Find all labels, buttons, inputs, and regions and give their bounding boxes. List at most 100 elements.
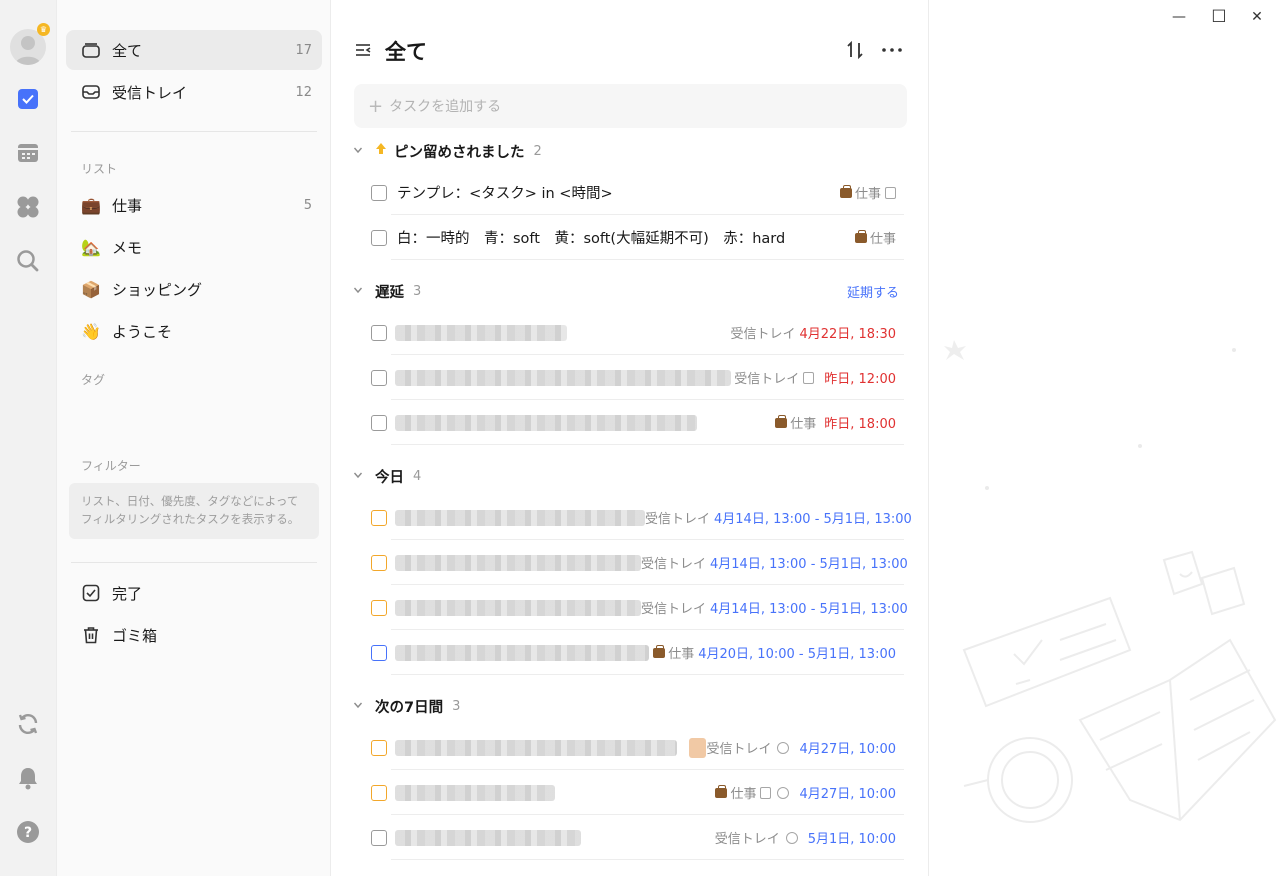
sidebar-item-all[interactable]: 全て 17 [66,30,322,70]
sort-icon[interactable] [844,39,866,61]
task-title[interactable]: テンプレ：<タスク> in <時間> [397,182,613,203]
task-row[interactable]: 受信トレイ 4月14日, 13:00 - 5月1日, 13:00 [371,540,908,585]
task-row[interactable]: 白：一時的 青：soft 黄：soft(大幅延期不可) 赤：hard 仕事 [371,215,904,260]
sidebar-item-completed[interactable]: 完了 [66,573,322,613]
task-title-blurred[interactable] [395,739,677,756]
trash-icon [80,624,102,646]
task-meta: 受信トレイ 4月14日, 13:00 - 5月1日, 13:00 [641,598,916,617]
sidebar-item-inbox[interactable]: 受信トレイ 12 [66,72,322,112]
briefcase-icon [715,784,728,798]
task-title-blurred[interactable] [395,644,649,661]
chevron-down-icon[interactable] [353,143,365,159]
task-list-name: 仕事 [869,232,896,247]
task-row[interactable]: 受信トレイ 昨日, 12:00 [371,355,904,400]
briefcase-icon [653,644,666,658]
task-checkbox[interactable] [371,644,387,661]
add-task-input[interactable]: + タスクを追加する [354,84,907,128]
task-meta: 仕事 [839,183,904,202]
sidebar-item-count: 5 [303,197,312,213]
task-row[interactable]: 仕事 4月20日, 10:00 - 5月1日, 13:00 [371,630,904,675]
task-meta: 受信トレイ 4月22日, 18:30 [730,323,904,342]
task-checkbox[interactable] [371,509,387,526]
chevron-down-icon[interactable] [353,698,365,714]
search-icon[interactable] [14,247,42,275]
app-rail: ♛ ? [0,0,57,876]
sidebar-item-shopping[interactable]: 📦 ショッピング [66,269,322,309]
task-checkbox[interactable] [371,554,387,571]
task-list-name: 仕事 [790,417,817,432]
task-meta: 受信トレイ 4月14日, 13:00 - 5月1日, 13:00 [645,508,920,527]
help-icon[interactable]: ? [14,818,42,846]
task-checkbox[interactable] [371,599,387,616]
task-row[interactable]: 受信トレイ 4月14日, 13:00 - 5月1日, 13:00 [371,585,908,630]
stack-icon [80,39,102,61]
task-list-name: 仕事 [668,647,695,662]
sidebar-item-welcome[interactable]: 👋 ようこそ [66,311,322,351]
sidebar-item-label: ショッピング [112,280,203,299]
task-title[interactable]: 白：一時的 青：soft 黄：soft(大幅延期不可) 赤：hard [397,227,785,248]
sidebar-item-memo[interactable]: 🏡 メモ [66,227,322,267]
task-meta: 受信トレイ 5月1日, 10:00 [715,828,904,847]
add-task-placeholder: タスクを追加する [389,99,502,115]
task-due-date: 昨日, 12:00 [824,372,896,387]
calendar-icon[interactable] [14,139,42,167]
group-title: 次の7日間 [375,699,444,716]
chevron-down-icon[interactable] [353,283,365,299]
matrix-icon[interactable] [14,193,42,221]
task-checkbox[interactable] [371,229,387,246]
task-title-blurred[interactable] [395,599,641,616]
task-title-blurred[interactable] [395,554,641,571]
task-row[interactable]: 仕事 4月27日, 10:00 [371,770,904,815]
group-header-overdue[interactable]: 遅延 3 延期する [353,280,903,302]
sidebar-item-count: 17 [295,42,312,58]
task-row[interactable]: 受信トレイ 4月22日, 18:30 [371,310,904,355]
page-title: 全て [385,40,427,64]
sidebar-item-trash[interactable]: ゴミ箱 [66,615,322,655]
task-row[interactable]: テンプレ：<タスク> in <時間> 仕事 [371,170,904,215]
postpone-button[interactable]: 延期する [847,282,899,301]
task-row[interactable]: 受信トレイ 4月27日, 10:00 [371,725,904,770]
chevron-down-icon[interactable] [353,468,365,484]
alarm-icon [777,786,790,799]
bell-icon[interactable] [14,764,42,792]
task-title-blurred[interactable] [395,414,697,431]
task-title-blurred[interactable] [395,509,645,526]
task-row[interactable]: 仕事 昨日, 18:00 [371,400,904,445]
sync-icon[interactable] [14,710,42,738]
task-checkbox[interactable] [371,324,387,341]
tags-section-title[interactable]: タグ [81,371,105,388]
task-list-name: 受信トレイ [730,327,796,342]
close-button[interactable]: ✕ [1234,4,1280,30]
task-title-blurred[interactable] [395,324,567,341]
task-title-blurred[interactable] [395,784,555,801]
lists-section-title[interactable]: リスト [81,160,117,177]
more-options-icon[interactable] [880,39,904,61]
task-title-blurred[interactable] [395,829,581,846]
divider [71,562,317,563]
group-header-next-7-days[interactable]: 次の7日間 3 [353,695,903,717]
sidebar-item-label: 仕事 [112,196,143,215]
pin-icon [375,142,387,160]
checked-box-icon [80,582,102,604]
task-row[interactable]: 受信トレイ 5月1日, 10:00 [371,815,904,860]
group-header-pinned[interactable]: ピン留めされました 2 [353,140,903,162]
task-list-name: 受信トレイ [641,557,707,572]
task-due-date: 昨日, 18:00 [824,417,896,432]
task-checkbox[interactable] [371,784,387,801]
filters-section-title[interactable]: フィルター [81,457,141,474]
sidebar-item-label: ようこそ [112,322,173,341]
sidebar-item-work[interactable]: 💼 仕事 5 [66,185,322,225]
task-meta: 仕事 [854,228,904,247]
task-title-blurred[interactable] [395,369,731,386]
task-checkbox[interactable] [371,739,387,756]
task-row[interactable]: 受信トレイ 4月14日, 13:00 - 5月1日, 13:00 [371,495,912,540]
task-checkbox-icon[interactable] [14,85,42,113]
task-meta: 仕事 4月20日, 10:00 - 5月1日, 13:00 [653,643,904,662]
group-header-today[interactable]: 今日 4 [353,465,903,487]
sidebar-toggle-icon[interactable] [353,40,373,60]
task-checkbox[interactable] [371,369,387,386]
task-checkbox[interactable] [371,414,387,431]
task-checkbox[interactable] [371,829,387,846]
task-meta: 受信トレイ 昨日, 12:00 [734,368,904,387]
task-checkbox[interactable] [371,184,387,201]
